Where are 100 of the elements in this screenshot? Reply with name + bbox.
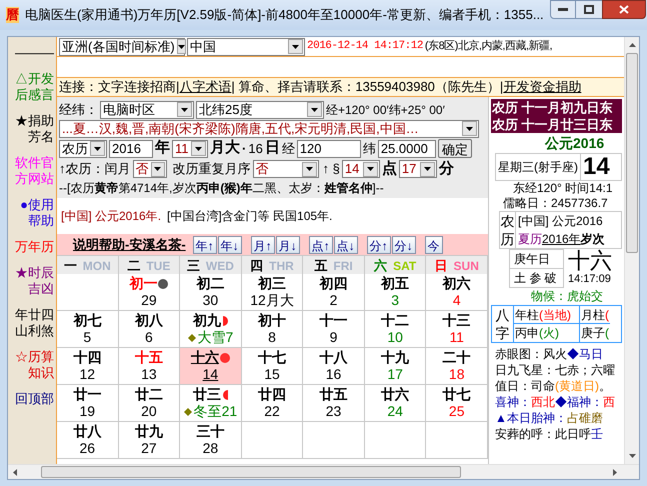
day-cell[interactable]: 初八 6 <box>118 311 180 348</box>
scroll-thumb[interactable] <box>41 466 461 478</box>
day-cell[interactable]: 十二 10 <box>364 311 426 348</box>
minimize-button[interactable] <box>550 0 576 19</box>
day-cell[interactable]: 初七 5 <box>57 311 119 348</box>
nav-button[interactable]: 年↓ <box>218 236 242 254</box>
leap-month-dropdown[interactable]: 否 <box>132 160 166 178</box>
day-cell[interactable]: 廿二 20 <box>118 385 180 422</box>
day-cell[interactable]: 廿五 23 <box>303 385 365 422</box>
year-summary: --[农历黄帝第4714年,岁次丙申(猴)年二黑、太岁：姓管名仲]-- <box>59 180 384 196</box>
pillar-note: ( <box>605 306 609 324</box>
year-field[interactable]: 2016 <box>109 140 153 158</box>
close-button[interactable] <box>602 0 646 19</box>
almanac-text: (黄道日) <box>555 378 599 394</box>
day-cell[interactable]: 二十 18 <box>426 348 488 385</box>
almanac-text: ◆福神： <box>555 394 603 410</box>
day-cell[interactable]: 初六 4 <box>426 274 488 311</box>
lunar-date: 初一 <box>129 275 158 292</box>
repeat-month-dropdown[interactable]: 否 <box>252 160 318 178</box>
latitude-field[interactable]: 25.0000 <box>378 140 436 158</box>
day-cell[interactable]: 初十 8 <box>242 311 304 348</box>
nav-button[interactable]: 点↑ <box>308 236 333 254</box>
moon-icon <box>222 390 228 400</box>
sidebar-link[interactable]: ★时辰吉凶 <box>8 265 56 297</box>
maximize-button[interactable] <box>576 0 602 19</box>
day-cell[interactable]: 廿七 25 <box>426 385 488 422</box>
longitude-field[interactable]: 120 <box>296 140 361 158</box>
minute-dropdown[interactable]: 17 <box>398 160 437 178</box>
day-cell[interactable]: 十三 11 <box>426 311 488 348</box>
caret-icon <box>462 121 477 136</box>
day-number: 27 <box>141 440 157 457</box>
maximize-icon <box>584 5 594 14</box>
almanac-text: 。 <box>599 378 611 394</box>
sidebar-link[interactable]: ★捐助芳名 <box>8 113 56 145</box>
nav-button[interactable]: 点↓ <box>334 236 358 254</box>
day-number: 17 <box>387 366 403 383</box>
nav-button[interactable]: 月↓ <box>276 236 300 254</box>
vertical-scrollbar[interactable] <box>624 37 639 464</box>
sidebar-link[interactable]: ●使用帮助 <box>8 197 56 229</box>
day-cell[interactable]: 初四 2 <box>303 274 365 311</box>
scroll-up-icon <box>628 43 636 47</box>
link[interactable]: 八字术语 <box>179 77 232 97</box>
day-cell[interactable]: 十八 16 <box>303 348 365 385</box>
help-link[interactable]: 说明帮助-安溪名茶- <box>73 234 186 254</box>
day-cell[interactable]: 十四 12 <box>57 348 119 385</box>
weekday-cn: 二 <box>127 257 140 275</box>
sidebar-link[interactable]: ——— <box>8 45 56 61</box>
nav-button[interactable]: 月↑ <box>250 236 275 254</box>
day-cell[interactable]: 三十 28 <box>180 422 242 459</box>
zone-dropdown[interactable]: 电脑时区 <box>100 100 194 118</box>
month-dropdown[interactable]: 11 <box>172 140 208 158</box>
almanac-text: 西北 <box>531 394 555 410</box>
day-number: 20 <box>141 403 157 420</box>
day-cell[interactable]: 初三 12月大 <box>242 274 304 311</box>
scroll-thumb[interactable] <box>626 53 638 253</box>
lunar-date: 廿九 <box>134 423 163 440</box>
country-dropdown[interactable]: 中国 <box>187 38 305 56</box>
sidebar-link[interactable]: 年廿四山利煞 <box>8 307 56 339</box>
nav-button[interactable]: 分↓ <box>392 236 416 254</box>
sidebar-link[interactable]: △开发后感言 <box>8 71 56 103</box>
weekday-cn: 六 <box>374 257 388 275</box>
day-cell[interactable]: 初二 30 <box>180 274 242 311</box>
weekday-cn: 日 <box>434 257 448 275</box>
region-dropdown[interactable]: 亚洲(各国时间标准) <box>59 38 185 56</box>
lunar-date: 初八 <box>134 312 163 329</box>
sidebar-link[interactable]: 回顶部 <box>8 391 56 407</box>
weekday-en: FRI <box>333 258 353 275</box>
almanac-text: 值日：司命 <box>495 378 555 394</box>
caret-icon <box>420 162 435 176</box>
day-cell[interactable]: 廿九 27 <box>118 422 180 459</box>
day-cell[interactable]: 廿三 冬至21 <box>180 385 242 422</box>
era-dropdown[interactable]: ...夏…汉,魏,晋,南朝(宋齐梁陈)隋唐,五代,宋元明清,民国,中国… <box>59 120 479 138</box>
caret-icon <box>362 162 378 176</box>
nav-button[interactable]: 分↑ <box>366 236 391 254</box>
day-cell[interactable]: 十九 17 <box>364 348 426 385</box>
day-cell[interactable]: 初一 29 <box>118 274 180 311</box>
calendar-dropdown[interactable]: 农历 <box>59 140 107 158</box>
day-cell[interactable]: 十一 9 <box>303 311 365 348</box>
horizontal-scrollbar[interactable] <box>8 464 639 479</box>
day-cell[interactable]: 廿四 22 <box>242 385 304 422</box>
nav-button[interactable]: 年↑ <box>192 236 217 254</box>
caret-icon <box>150 162 164 176</box>
day-cell[interactable]: 初九 大雪7 <box>180 311 242 348</box>
day-cell[interactable]: 廿六 24 <box>364 385 426 422</box>
day-cell[interactable]: 十七 15 <box>242 348 304 385</box>
year-label: 年 <box>155 138 170 158</box>
latitude-dropdown[interactable]: 北纬25度 <box>196 100 324 118</box>
confirm-button[interactable]: 确定 <box>438 139 472 158</box>
banner-text: 农历 十一月初九日东 <box>492 99 614 116</box>
pillar-name: 年柱 <box>515 306 539 324</box>
link[interactable]: 开发资金捐助 <box>503 77 582 97</box>
day-cell[interactable]: 初五 3 <box>364 274 426 311</box>
xia-label: 岁次 <box>580 231 605 248</box>
day-cell[interactable]: 廿八 26 <box>57 422 119 459</box>
hour-dropdown[interactable]: 14 <box>342 160 380 178</box>
sidebar-link[interactable]: ☆历算知识 <box>8 349 56 381</box>
nav-button[interactable]: 今 <box>424 236 443 254</box>
day-cell[interactable]: 廿一 19 <box>57 385 119 422</box>
day-cell[interactable]: 十五 13 <box>118 348 180 385</box>
bazi-label: 八字 <box>492 306 514 342</box>
